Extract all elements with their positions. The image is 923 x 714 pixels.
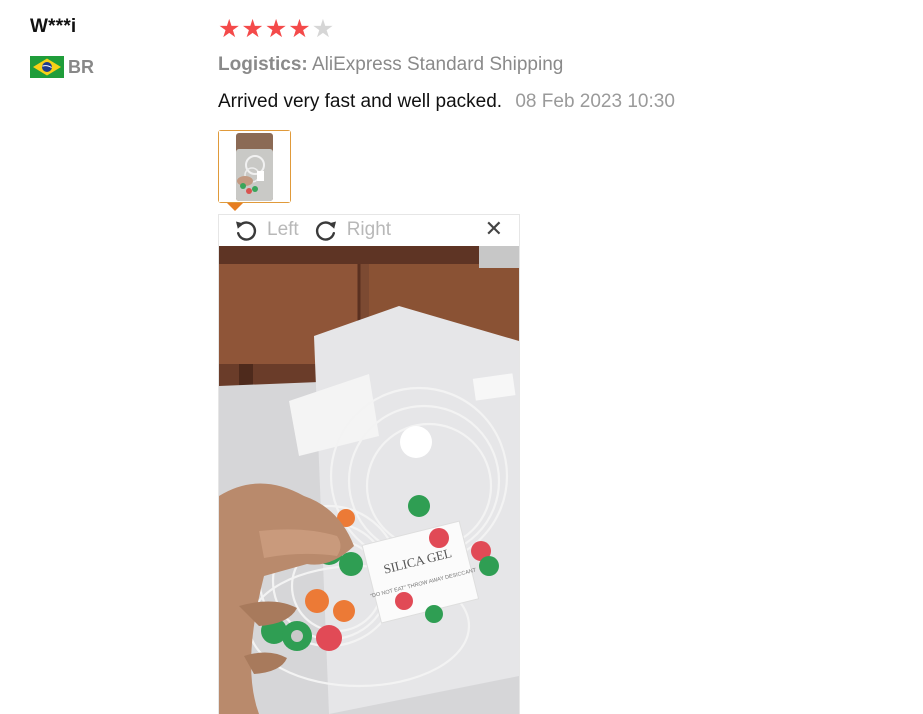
rotate-right-button[interactable]: Right	[299, 217, 391, 243]
rotate-left-icon	[233, 217, 259, 243]
review-body: Arrived very fast and well packed. 08 Fe…	[218, 91, 675, 113]
star-icon: ★	[218, 14, 241, 43]
review-date: 08 Feb 2023 10:30	[515, 91, 675, 112]
country-code: BR	[68, 56, 94, 77]
photo-viewer-toolbar: Left Right ✕	[219, 215, 519, 245]
brazil-flag-icon	[30, 56, 64, 78]
logistics-value: AliExpress Standard Shipping	[311, 54, 564, 75]
star-icon: ★	[288, 14, 311, 43]
review-text: Arrived very fast and well packed.	[218, 91, 503, 112]
rotate-right-label: Right	[346, 219, 392, 240]
rotate-right-icon	[313, 217, 339, 243]
logistics-label: Logistics:	[218, 54, 308, 75]
logistics-info: Logistics: AliExpress Standard Shipping	[218, 54, 563, 76]
close-icon[interactable]: ✕	[485, 219, 503, 241]
review-photo: SILICA GEL "DO NOT EAT" THROW AWAY DESIC…	[219, 246, 519, 714]
reviewer-name: W***i	[30, 16, 77, 37]
rotate-left-button[interactable]: Left	[219, 217, 299, 243]
star-icon: ★	[264, 14, 288, 43]
star-rating: ★ ★ ★ ★ ★	[218, 16, 334, 42]
thumbnail-selected-caret	[227, 203, 243, 211]
star-icon: ★	[241, 14, 264, 43]
reviewer-country: BR	[30, 56, 94, 78]
photo-viewer: Left Right ✕ SILICA GEL "DO NOT EAT" THR…	[218, 214, 520, 714]
rotate-left-label: Left	[267, 219, 299, 240]
review-photo-thumbnail[interactable]	[218, 130, 291, 203]
star-icon: ★	[311, 14, 335, 43]
